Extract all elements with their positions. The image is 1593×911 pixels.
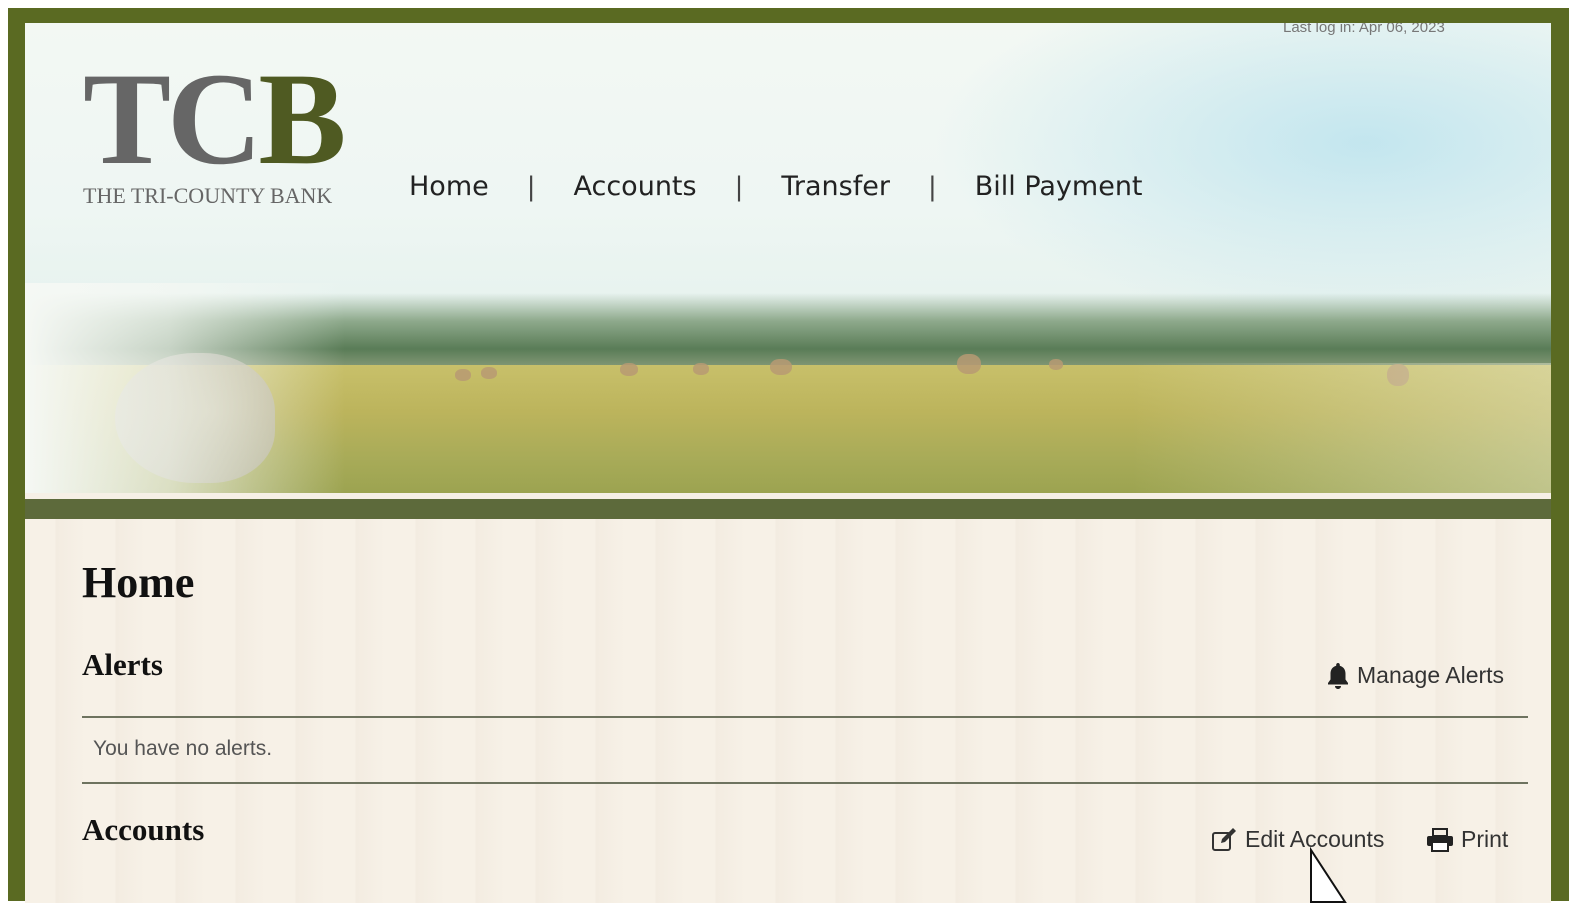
nav-separator: | bbox=[734, 171, 744, 202]
print-label: Print bbox=[1461, 826, 1509, 852]
header-divider-band bbox=[25, 499, 1551, 519]
hay-bale bbox=[693, 363, 709, 375]
alerts-heading: Alerts bbox=[82, 647, 163, 682]
page-title: Home bbox=[82, 558, 195, 607]
logo-mark: TCB bbox=[83, 45, 346, 192]
image-fade bbox=[25, 283, 345, 493]
bell-icon bbox=[1325, 661, 1351, 689]
accounts-heading: Accounts bbox=[82, 812, 205, 847]
mouse-cursor-icon bbox=[1287, 836, 1357, 911]
logo-subtitle: THE TRI-COUNTY BANK bbox=[83, 183, 333, 208]
hay-bale bbox=[481, 367, 497, 379]
edit-icon bbox=[1211, 827, 1239, 853]
hay-bale bbox=[455, 369, 471, 381]
print-link[interactable]: Print bbox=[1425, 826, 1508, 853]
site-header: Last log in: Apr 06, 2023 TCB THE TRI-CO… bbox=[25, 23, 1551, 493]
nav-bill-payment[interactable]: Bill Payment bbox=[975, 171, 1143, 202]
nav-accounts[interactable]: Accounts bbox=[574, 171, 697, 202]
nav-transfer[interactable]: Transfer bbox=[781, 171, 890, 202]
nav-home[interactable]: Home bbox=[409, 171, 489, 202]
alerts-divider bbox=[82, 782, 1528, 784]
main-nav: Home | Accounts | Transfer | Bill Paymen… bbox=[409, 171, 1143, 202]
last-login-text: Last log in: Apr 06, 2023 bbox=[1283, 23, 1445, 36]
hay-bale bbox=[1049, 359, 1063, 370]
manage-alerts-link[interactable]: Manage Alerts bbox=[1325, 661, 1504, 689]
hay-bale bbox=[770, 359, 792, 375]
no-alerts-text: You have no alerts. bbox=[93, 737, 273, 760]
nav-separator: | bbox=[927, 171, 937, 202]
hay-bale bbox=[620, 363, 638, 376]
hay-bale bbox=[957, 354, 981, 374]
nav-separator: | bbox=[526, 171, 536, 202]
alerts-divider bbox=[82, 716, 1528, 718]
manage-alerts-label: Manage Alerts bbox=[1357, 661, 1505, 688]
window-frame: Last log in: Apr 06, 2023 TCB THE TRI-CO… bbox=[8, 8, 1569, 903]
printer-icon bbox=[1425, 827, 1455, 853]
image-fade bbox=[1131, 363, 1551, 493]
bank-page: Last log in: Apr 06, 2023 TCB THE TRI-CO… bbox=[25, 23, 1551, 903]
